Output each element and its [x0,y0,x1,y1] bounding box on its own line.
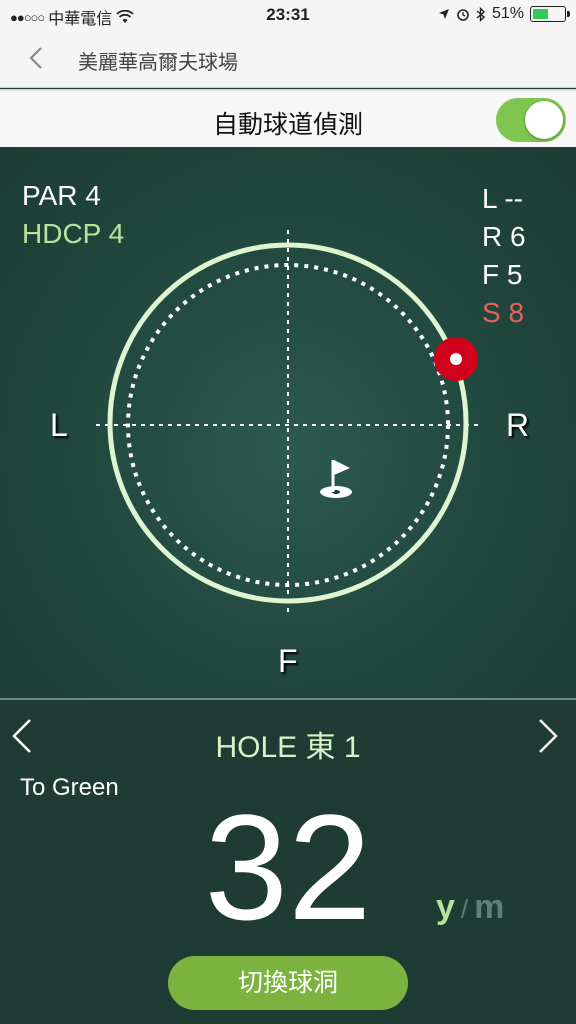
auto-detect-row: 自動球道偵測 [0,89,576,147]
battery-icon [530,6,570,22]
unit-toggle[interactable]: y / m [436,888,504,927]
golf-flag-icon [320,460,352,498]
auto-detect-label: 自動球道偵測 [212,111,363,139]
axis-label-right: R [506,407,530,443]
toggle-knob [525,101,563,139]
left-count: L -- [482,183,523,214]
hole-title: HOLE 東 1 [215,731,361,764]
target-marker-icon [434,337,478,381]
chevron-left-icon [29,47,42,69]
next-hole-button[interactable] [536,718,566,758]
front-count: F 5 [482,259,523,290]
course-title: 美麗華高爾夫球場 [78,52,238,74]
unit-yard[interactable]: y [436,888,455,926]
battery-percent: 51% [491,5,524,22]
direction-counts: L -- R 6 F 5 S 8 [482,180,526,332]
right-count: R 6 [482,221,526,252]
status-bar: ●●○○○ 中華電信 23:31 51% [0,0,576,30]
bluetooth-icon [476,6,485,22]
axis-label-front: F [278,643,298,679]
par-label: PAR 4 [22,180,101,211]
status-right: 51% [438,5,570,23]
alarm-icon [457,9,469,21]
distance-section: HOLE 東 1 To Green 32 y / m 切換球洞 [0,700,576,1024]
battery-level [533,9,548,19]
navigation-bar: 美麗華高爾夫球場 [0,30,576,88]
axis-label-left: L [50,407,68,443]
switch-hole-button[interactable]: 切換球洞 [168,956,408,1010]
location-arrow-icon [438,9,449,19]
chevron-right-icon [539,719,558,753]
auto-detect-toggle[interactable] [496,98,566,142]
unit-meter[interactable]: m [474,888,504,926]
radar-panel: PAR 4 HDCP 4 L -- R 6 F 5 S 8 L R F [0,147,576,698]
hdcp-label: HDCP 4 [22,218,125,249]
short-count: S 8 [482,297,525,328]
unit-separator: / [460,894,469,924]
back-button[interactable] [18,40,54,76]
